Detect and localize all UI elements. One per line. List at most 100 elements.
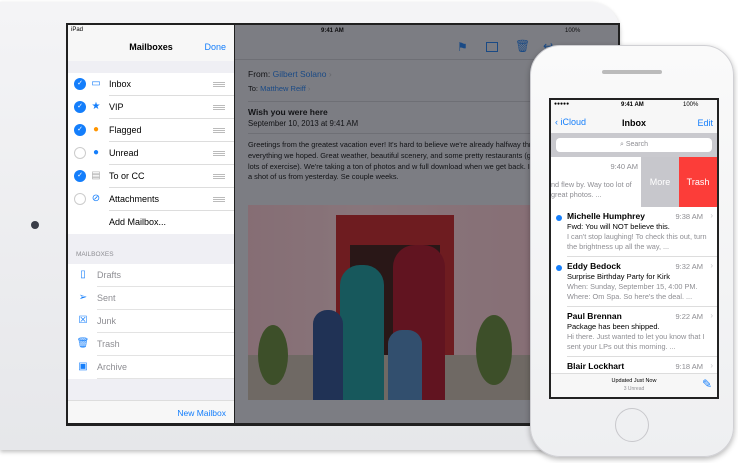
to-recipient[interactable]: Matthew Reiff: [260, 84, 306, 93]
mailbox-label: Unread: [109, 148, 139, 158]
reorder-handle-icon[interactable]: [213, 197, 225, 202]
junk-icon: ☒: [78, 315, 88, 326]
add-mailbox-button[interactable]: Add Mailbox...: [109, 217, 166, 227]
message-preview: Hi there. Just wanted to let you know th…: [567, 332, 705, 351]
trash-button[interactable]: Trash: [679, 157, 717, 207]
mailbox-row-inbox[interactable]: ✓ ▭ Inbox: [68, 73, 234, 96]
add-mailbox-row[interactable]: Add Mailbox...: [68, 211, 234, 234]
mailbox-row-flagged[interactable]: ✓ ● Flagged: [68, 119, 234, 142]
folder-icon[interactable]: [486, 42, 498, 52]
mailbox-label: Drafts: [97, 270, 122, 280]
mailbox-label: Archive: [97, 362, 128, 372]
reorder-handle-icon[interactable]: [213, 82, 225, 87]
mailbox-label: To or CC: [109, 171, 145, 181]
message-sender: Michelle Humphrey: [567, 211, 645, 221]
done-button[interactable]: Done: [204, 42, 226, 52]
unread-count: 3 Unread: [623, 386, 645, 392]
mailbox-label: VIP: [109, 102, 124, 112]
edit-button[interactable]: Edit: [697, 118, 713, 128]
photo-person: [313, 310, 343, 400]
mailbox-row-archive[interactable]: ▣ Archive: [68, 356, 234, 379]
iphone-header: ●●●●● 9:41 AM 100% ‹ iCloud Inbox Edit: [551, 100, 717, 133]
search-placeholder: Search: [625, 141, 649, 148]
updated-status: Updated Just Now: [611, 378, 657, 384]
unread-dot-icon: [556, 265, 562, 271]
mailbox-row-trash[interactable]: 🗑 Trash: [68, 333, 234, 356]
attached-photo[interactable]: [248, 205, 540, 400]
mailbox-row-junk[interactable]: ☒ Junk: [68, 310, 234, 333]
more-button[interactable]: More: [641, 157, 679, 207]
reorder-handle-icon[interactable]: [213, 151, 225, 156]
message-subject: Package has been shipped.: [567, 322, 660, 331]
message-date: September 10, 2013 at 9:41 AM: [248, 119, 359, 128]
trash-icon[interactable]: 🗑: [515, 39, 530, 53]
chevron-right-icon: ›: [710, 261, 713, 270]
home-button[interactable]: [615, 408, 649, 442]
photo-plant: [258, 325, 288, 385]
flag-icon[interactable]: ⚑: [457, 40, 468, 54]
trash-icon: 🗑: [76, 338, 90, 349]
star-icon: ★: [91, 101, 101, 112]
drafts-icon: ▯: [80, 269, 86, 280]
swiped-message-row[interactable]: 9:40 AM nd flew by. Way too lot of great…: [551, 157, 717, 207]
photo-person: [388, 330, 422, 400]
status-time: 9:41 AM: [321, 28, 344, 34]
message-row[interactable]: Paul Brennan 9:22 AM › Package has been …: [551, 307, 717, 357]
to-label: To:: [248, 84, 259, 93]
new-mailbox-button[interactable]: New Mailbox: [177, 408, 226, 418]
mailbox-row-attachments[interactable]: ⊘ Attachments: [68, 188, 234, 211]
photo-plant: [476, 315, 512, 385]
mailboxes-sidebar: iPad Mailboxes Done ✓ ▭ Inbox ✓ ★ VIP ✓ …: [68, 25, 234, 423]
iphone-time: 9:41 AM: [621, 102, 644, 108]
search-area: ⌕ Search: [551, 133, 717, 157]
mailbox-label: Attachments: [109, 194, 160, 204]
mailbox-label: Inbox: [109, 79, 132, 89]
iphone-battery: 100%: [683, 102, 699, 108]
section-header: MAILBOXES: [76, 251, 114, 258]
mailbox-row-vip[interactable]: ✓ ★ VIP: [68, 96, 234, 119]
mailbox-row-to-or-cc[interactable]: ✓ ▤ To or CC: [68, 165, 234, 188]
photo-person: [340, 265, 384, 400]
unread-dot-icon: ●: [92, 147, 100, 158]
paperclip-icon: ⊘: [91, 193, 101, 204]
chevron-right-icon: ›: [710, 361, 713, 370]
checkbox[interactable]: ✓: [74, 78, 86, 90]
compose-icon[interactable]: ✎: [702, 377, 712, 391]
chevron-right-icon: ›: [710, 311, 713, 320]
search-input[interactable]: ⌕ Search: [556, 138, 712, 152]
mailbox-row-unread[interactable]: ● Unread: [68, 142, 234, 165]
flag-dot-icon: ●: [92, 124, 100, 135]
message-sender: Eddy Bedock: [567, 261, 621, 271]
signal-icon: ●●●●●: [554, 101, 570, 107]
from-sender[interactable]: Gilbert Solano: [273, 69, 327, 79]
iphone-inbox: ●●●●● 9:41 AM 100% ‹ iCloud Inbox Edit ⌕…: [551, 100, 717, 397]
message-row[interactable]: Michelle Humphrey 9:38 AM › Fwd: You wil…: [551, 207, 717, 257]
checkbox[interactable]: [74, 193, 86, 205]
inbox-title: Inbox: [622, 118, 646, 128]
message-time: 9:22 AM: [675, 312, 703, 321]
message-row[interactable]: Eddy Bedock 9:32 AM › Surprise Birthday …: [551, 257, 717, 307]
checkbox[interactable]: [74, 147, 86, 159]
mailbox-row-sent[interactable]: ➢ Sent: [68, 287, 234, 310]
checkbox[interactable]: ✓: [74, 170, 86, 182]
reorder-handle-icon[interactable]: [213, 128, 225, 133]
checkbox[interactable]: ✓: [74, 101, 86, 113]
iphone-toolbar: Updated Just Now 3 Unread ✎: [551, 373, 717, 397]
reorder-handle-icon[interactable]: [213, 174, 225, 179]
mailbox-label: Junk: [97, 316, 117, 326]
message-subject: Fwd: You will NOT believe this.: [567, 222, 670, 231]
status-battery: 100%: [565, 28, 581, 34]
message-sender: Paul Brennan: [567, 311, 622, 321]
message-time: 9:18 AM: [675, 362, 703, 371]
chevron-right-icon: ›: [710, 211, 713, 220]
message-subject: Wish you were here: [248, 107, 328, 117]
from-label: From:: [248, 69, 271, 79]
reorder-handle-icon[interactable]: [213, 105, 225, 110]
iphone-speaker: [602, 70, 662, 74]
mailbox-row-drafts[interactable]: ▯ Drafts: [68, 264, 234, 287]
message-sender: Blair Lockhart: [567, 361, 625, 371]
checkbox[interactable]: ✓: [74, 124, 86, 136]
ipad-camera: [31, 221, 39, 229]
inbox-icon: ▭: [91, 78, 101, 89]
message-preview: nd flew by. Way too lot of great photos.…: [551, 180, 632, 199]
